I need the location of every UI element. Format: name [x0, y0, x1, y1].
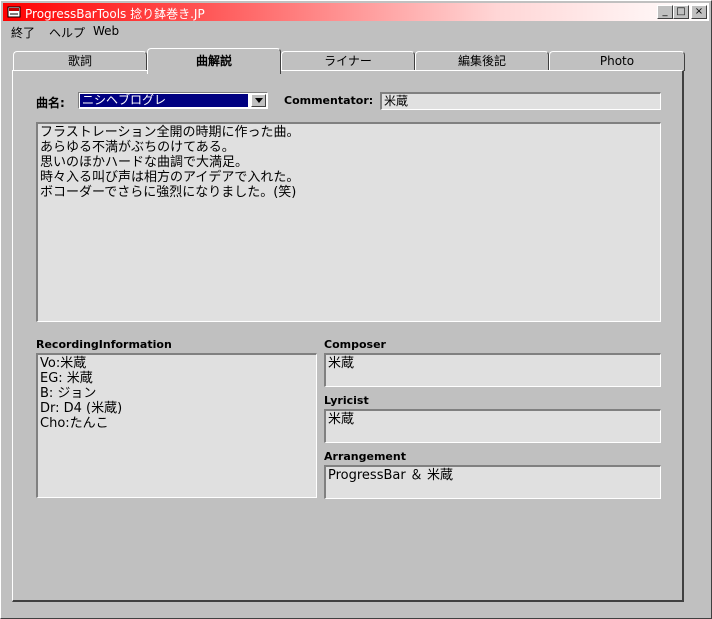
app-icon[interactable] [7, 5, 21, 19]
commentator-label: Commentator: [284, 94, 374, 107]
close-button[interactable]: × [691, 5, 707, 19]
tab-photo[interactable]: Photo [549, 51, 685, 71]
composer-label: Composer [324, 338, 386, 351]
title-bar[interactable]: ProgressBarTools 捻り鉢巻き.JP _ □ × [3, 3, 709, 21]
tab-commentary[interactable]: 曲解説 [147, 48, 281, 74]
lyricist-label: Lyricist [324, 394, 369, 407]
maximize-button[interactable]: □ [673, 5, 689, 19]
arrangement-field[interactable]: ProgressBar ＆ 米蔵 [324, 465, 661, 499]
commentator-field[interactable]: 米蔵 [380, 92, 661, 110]
tab-liner[interactable]: ライナー [281, 51, 415, 71]
tab-editors-note[interactable]: 編集後記 [415, 51, 549, 71]
commentary-textarea[interactable]: フラストレーション全開の時期に作った曲。 あらゆる不満がぶちのけてある。 思いの… [36, 122, 661, 322]
lyricist-field[interactable]: 米蔵 [324, 409, 661, 443]
tab-lyrics[interactable]: 歌詞 [13, 51, 147, 71]
chevron-down-icon [255, 98, 263, 103]
menu-help[interactable]: ヘルプ [49, 24, 85, 41]
minimize-button[interactable]: _ [657, 5, 673, 19]
dropdown-button[interactable] [251, 94, 266, 107]
window-title: ProgressBarTools 捻り鉢巻き.JP [25, 7, 205, 21]
composer-field[interactable]: 米蔵 [324, 353, 661, 387]
song-label: 曲名: [36, 96, 65, 110]
menu-bar: 終了 ヘルプ Web [3, 22, 709, 40]
recording-textarea[interactable]: Vo:米蔵 EG: 米蔵 B: ジョン Dr: D4 (米蔵) Cho:たんこ [36, 353, 317, 498]
menu-web[interactable]: Web [93, 24, 119, 38]
arrangement-label: Arrangement [324, 450, 406, 463]
song-select-value[interactable]: ニシヘブログレ [80, 94, 248, 107]
song-select[interactable]: ニシヘブログレ [78, 92, 268, 109]
menu-exit[interactable]: 終了 [11, 24, 35, 41]
recording-label: RecordingInformation [36, 338, 172, 351]
